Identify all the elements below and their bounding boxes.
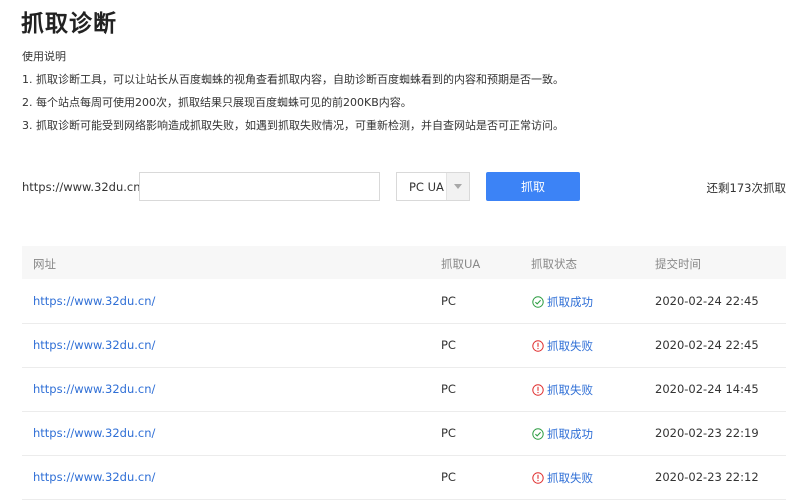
row-url-link[interactable]: https://www.32du.cn/ — [33, 382, 155, 396]
caret-down-icon — [454, 184, 462, 189]
row-time: 2020-02-24 22:45 — [655, 294, 759, 308]
table-row: https://www.32du.cn/ PC 抓取成功 2020-02-24 … — [22, 279, 786, 324]
row-ua: PC — [441, 294, 456, 308]
ua-select[interactable]: PC UA — [396, 172, 470, 201]
row-ua: PC — [441, 426, 456, 440]
exclamation-circle-icon — [532, 340, 544, 352]
page-title: 抓取诊断 — [21, 11, 117, 37]
usage-heading: 使用说明 — [22, 50, 66, 63]
row-time: 2020-02-23 22:19 — [655, 426, 759, 440]
row-ua: PC — [441, 382, 456, 396]
table-row: https://www.32du.cn/ PC 抓取失败 2020-02-24 … — [22, 323, 786, 368]
row-time: 2020-02-24 14:45 — [655, 382, 759, 396]
row-status[interactable]: 抓取成功 — [532, 294, 593, 310]
row-ua: PC — [441, 338, 456, 352]
url-path-input[interactable] — [139, 172, 380, 201]
ua-select-value: PC UA — [409, 180, 444, 194]
column-header-ua: 抓取UA — [441, 257, 481, 271]
table-row: https://www.32du.cn/ PC 抓取成功 2020-02-23 … — [22, 411, 786, 456]
row-time: 2020-02-23 22:12 — [655, 470, 759, 484]
row-status[interactable]: 抓取失败 — [532, 338, 593, 354]
row-url-link[interactable]: https://www.32du.cn/ — [33, 338, 155, 352]
usage-line-2: 2. 每个站点每周可使用200次，抓取结果只展现百度蜘蛛可见的前200KB内容。 — [22, 96, 412, 109]
table-row: https://www.32du.cn/ PC 抓取失败 2020-02-24 … — [22, 367, 786, 412]
check-circle-icon — [532, 428, 544, 440]
row-status[interactable]: 抓取失败 — [532, 470, 593, 486]
results-table-header: 网址 抓取UA 抓取状态 提交时间 — [22, 246, 786, 279]
row-status[interactable]: 抓取成功 — [532, 426, 593, 442]
row-url-link[interactable]: https://www.32du.cn/ — [33, 294, 155, 308]
fetch-button[interactable]: 抓取 — [486, 172, 580, 201]
row-ua: PC — [441, 470, 456, 484]
row-status-label: 抓取失败 — [547, 383, 593, 397]
row-status-label: 抓取失败 — [547, 339, 593, 353]
ua-select-toggle[interactable] — [446, 173, 469, 200]
column-header-status: 抓取状态 — [531, 257, 577, 271]
column-header-url: 网址 — [33, 257, 56, 271]
row-url-link[interactable]: https://www.32du.cn/ — [33, 426, 155, 440]
row-status[interactable]: 抓取失败 — [532, 382, 593, 398]
exclamation-circle-icon — [532, 472, 544, 484]
column-header-time: 提交时间 — [655, 257, 701, 271]
exclamation-circle-icon — [532, 384, 544, 396]
row-status-label: 抓取成功 — [547, 427, 593, 441]
check-circle-icon — [532, 296, 544, 308]
row-status-label: 抓取失败 — [547, 471, 593, 485]
row-status-label: 抓取成功 — [547, 295, 593, 309]
table-row: https://www.32du.cn/ PC 抓取失败 2020-02-23 … — [22, 455, 786, 500]
row-time: 2020-02-24 22:45 — [655, 338, 759, 352]
usage-line-1: 1. 抓取诊断工具，可以让站长从百度蜘蛛的视角查看抓取内容，自助诊断百度蜘蛛看到… — [22, 73, 564, 86]
usage-line-3: 3. 抓取诊断可能受到网络影响造成抓取失败，如遇到抓取失败情况，可重新检测，并自… — [22, 119, 564, 132]
url-prefix-label: https://www.32du.cn/ — [22, 180, 145, 194]
row-url-link[interactable]: https://www.32du.cn/ — [33, 470, 155, 484]
remaining-count: 还剩173次抓取 — [706, 181, 786, 195]
